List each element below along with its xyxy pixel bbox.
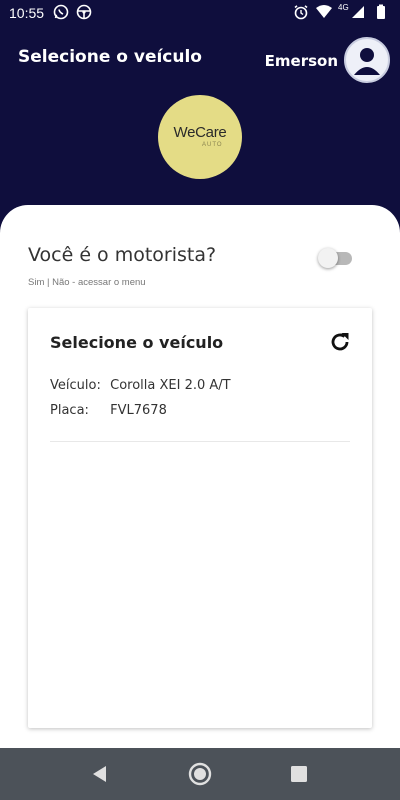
vehicle-card: Selecione o veículo Veículo: Corolla XEI… (28, 308, 372, 728)
back-icon (93, 766, 106, 782)
plate-label: Placa: (50, 403, 89, 418)
divider (50, 441, 350, 442)
driver-toggle[interactable] (318, 247, 352, 269)
vehicle-label: Veículo: (50, 378, 101, 393)
refresh-icon (331, 333, 349, 351)
battery-icon (376, 4, 386, 25)
refresh-button[interactable] (328, 330, 352, 354)
logo-text: WeCare (173, 124, 227, 141)
avatar[interactable] (344, 37, 390, 83)
user-icon (354, 48, 380, 75)
back-button[interactable] (86, 760, 114, 788)
vehicle-value: Corolla XEI 2.0 A/T (110, 378, 231, 393)
recents-button[interactable] (285, 760, 313, 788)
page-title: Selecione o veículo (18, 47, 202, 67)
status-bar: 10:55 4G (0, 0, 400, 26)
recents-icon (291, 766, 307, 782)
whatsapp-icon (53, 4, 69, 25)
alarm-icon (293, 4, 309, 25)
steering-wheel-icon (76, 4, 92, 25)
wifi-icon (315, 4, 333, 25)
logo-subtext: AUTO (202, 142, 223, 148)
network-type: 4G (338, 3, 349, 12)
home-button[interactable] (186, 760, 214, 788)
toggle-thumb (318, 248, 338, 268)
status-time: 10:55 (9, 5, 45, 21)
signal-icon (350, 4, 366, 25)
app-header: Selecione o veículo Emerson WeCare AUTO (0, 26, 400, 216)
content-sheet: Você é o motorista? Sim | Não - acessar … (0, 205, 400, 748)
home-icon (188, 762, 212, 786)
driver-question: Você é o motorista? (28, 244, 217, 266)
plate-row[interactable]: Placa: FVL7678 (50, 403, 167, 418)
card-title: Selecione o veículo (50, 333, 224, 352)
system-nav-bar (0, 748, 400, 800)
vehicle-row[interactable]: Veículo: Corolla XEI 2.0 A/T (50, 378, 231, 393)
plate-value: FVL7678 (110, 403, 167, 418)
driver-hint: Sim | Não - acessar o menu (28, 277, 146, 288)
user-name[interactable]: Emerson (265, 52, 338, 70)
wecare-logo: WeCare AUTO (158, 95, 242, 179)
